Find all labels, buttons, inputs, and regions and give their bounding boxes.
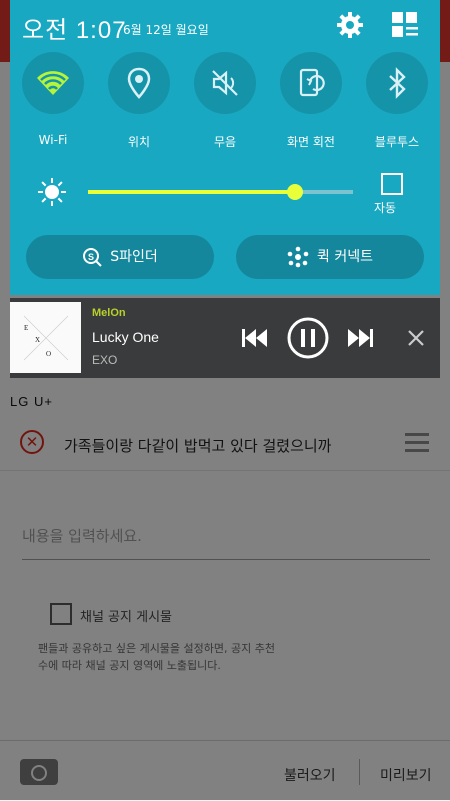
- music-app-name: MelOn: [92, 307, 126, 319]
- previous-track-icon[interactable]: [242, 328, 268, 348]
- auto-brightness-label: 자동: [374, 201, 397, 215]
- album-art: E X O: [10, 302, 81, 373]
- brightness-slider[interactable]: [88, 184, 353, 200]
- quick-connect-label: 퀵 커넥트: [317, 249, 373, 265]
- brightness-slider-thumb[interactable]: [286, 184, 303, 200]
- s-finder-button[interactable]: S S파인더: [26, 235, 214, 279]
- next-track-icon[interactable]: [347, 328, 373, 348]
- location-icon: [127, 67, 151, 99]
- svg-text:S: S: [88, 252, 94, 262]
- close-icon[interactable]: [408, 330, 424, 346]
- album-pattern: [23, 315, 69, 361]
- wifi-label: Wi-Fi: [38, 133, 68, 147]
- pause-icon[interactable]: [286, 316, 330, 360]
- brightness-slider-fill: [88, 190, 295, 194]
- artist-name: EXO: [92, 353, 118, 367]
- wifi-toggle[interactable]: [22, 52, 84, 114]
- mute-label: 무음: [213, 135, 237, 149]
- settings-gear-icon[interactable]: [335, 10, 365, 40]
- mute-toggle[interactable]: [194, 52, 256, 114]
- auto-brightness-checkbox[interactable]: [381, 173, 403, 195]
- brightness-icon: [38, 178, 66, 206]
- wifi-icon: [37, 71, 69, 95]
- date: 6월 12일 월요일: [123, 23, 209, 37]
- music-notification[interactable]: E X O MelOn Lucky One EXO: [10, 298, 440, 378]
- rotate-icon: [299, 68, 325, 97]
- song-title: Lucky One: [92, 329, 159, 345]
- s-finder-icon: S: [83, 248, 102, 267]
- bluetooth-icon: [389, 67, 406, 99]
- edit-toggles-icon[interactable]: [391, 11, 419, 39]
- rotate-label: 화면 회전: [287, 135, 335, 149]
- quick-settings-panel: 오전 1:07 6월 12일 월요일 Wi-Fi 위치 무음 화면 회전 블루투…: [10, 0, 440, 295]
- quick-connect-button[interactable]: 퀵 커넥트: [236, 235, 424, 279]
- location-label: 위치: [127, 135, 151, 149]
- clock: 오전 1:07: [22, 17, 127, 44]
- mute-icon: [212, 70, 238, 96]
- bluetooth-toggle[interactable]: [366, 52, 428, 114]
- location-toggle[interactable]: [108, 52, 170, 114]
- s-finder-label: S파인더: [110, 249, 158, 265]
- quick-connect-icon: [287, 246, 309, 268]
- bluetooth-label: 블루투스: [374, 135, 420, 149]
- rotate-toggle[interactable]: [280, 52, 342, 114]
